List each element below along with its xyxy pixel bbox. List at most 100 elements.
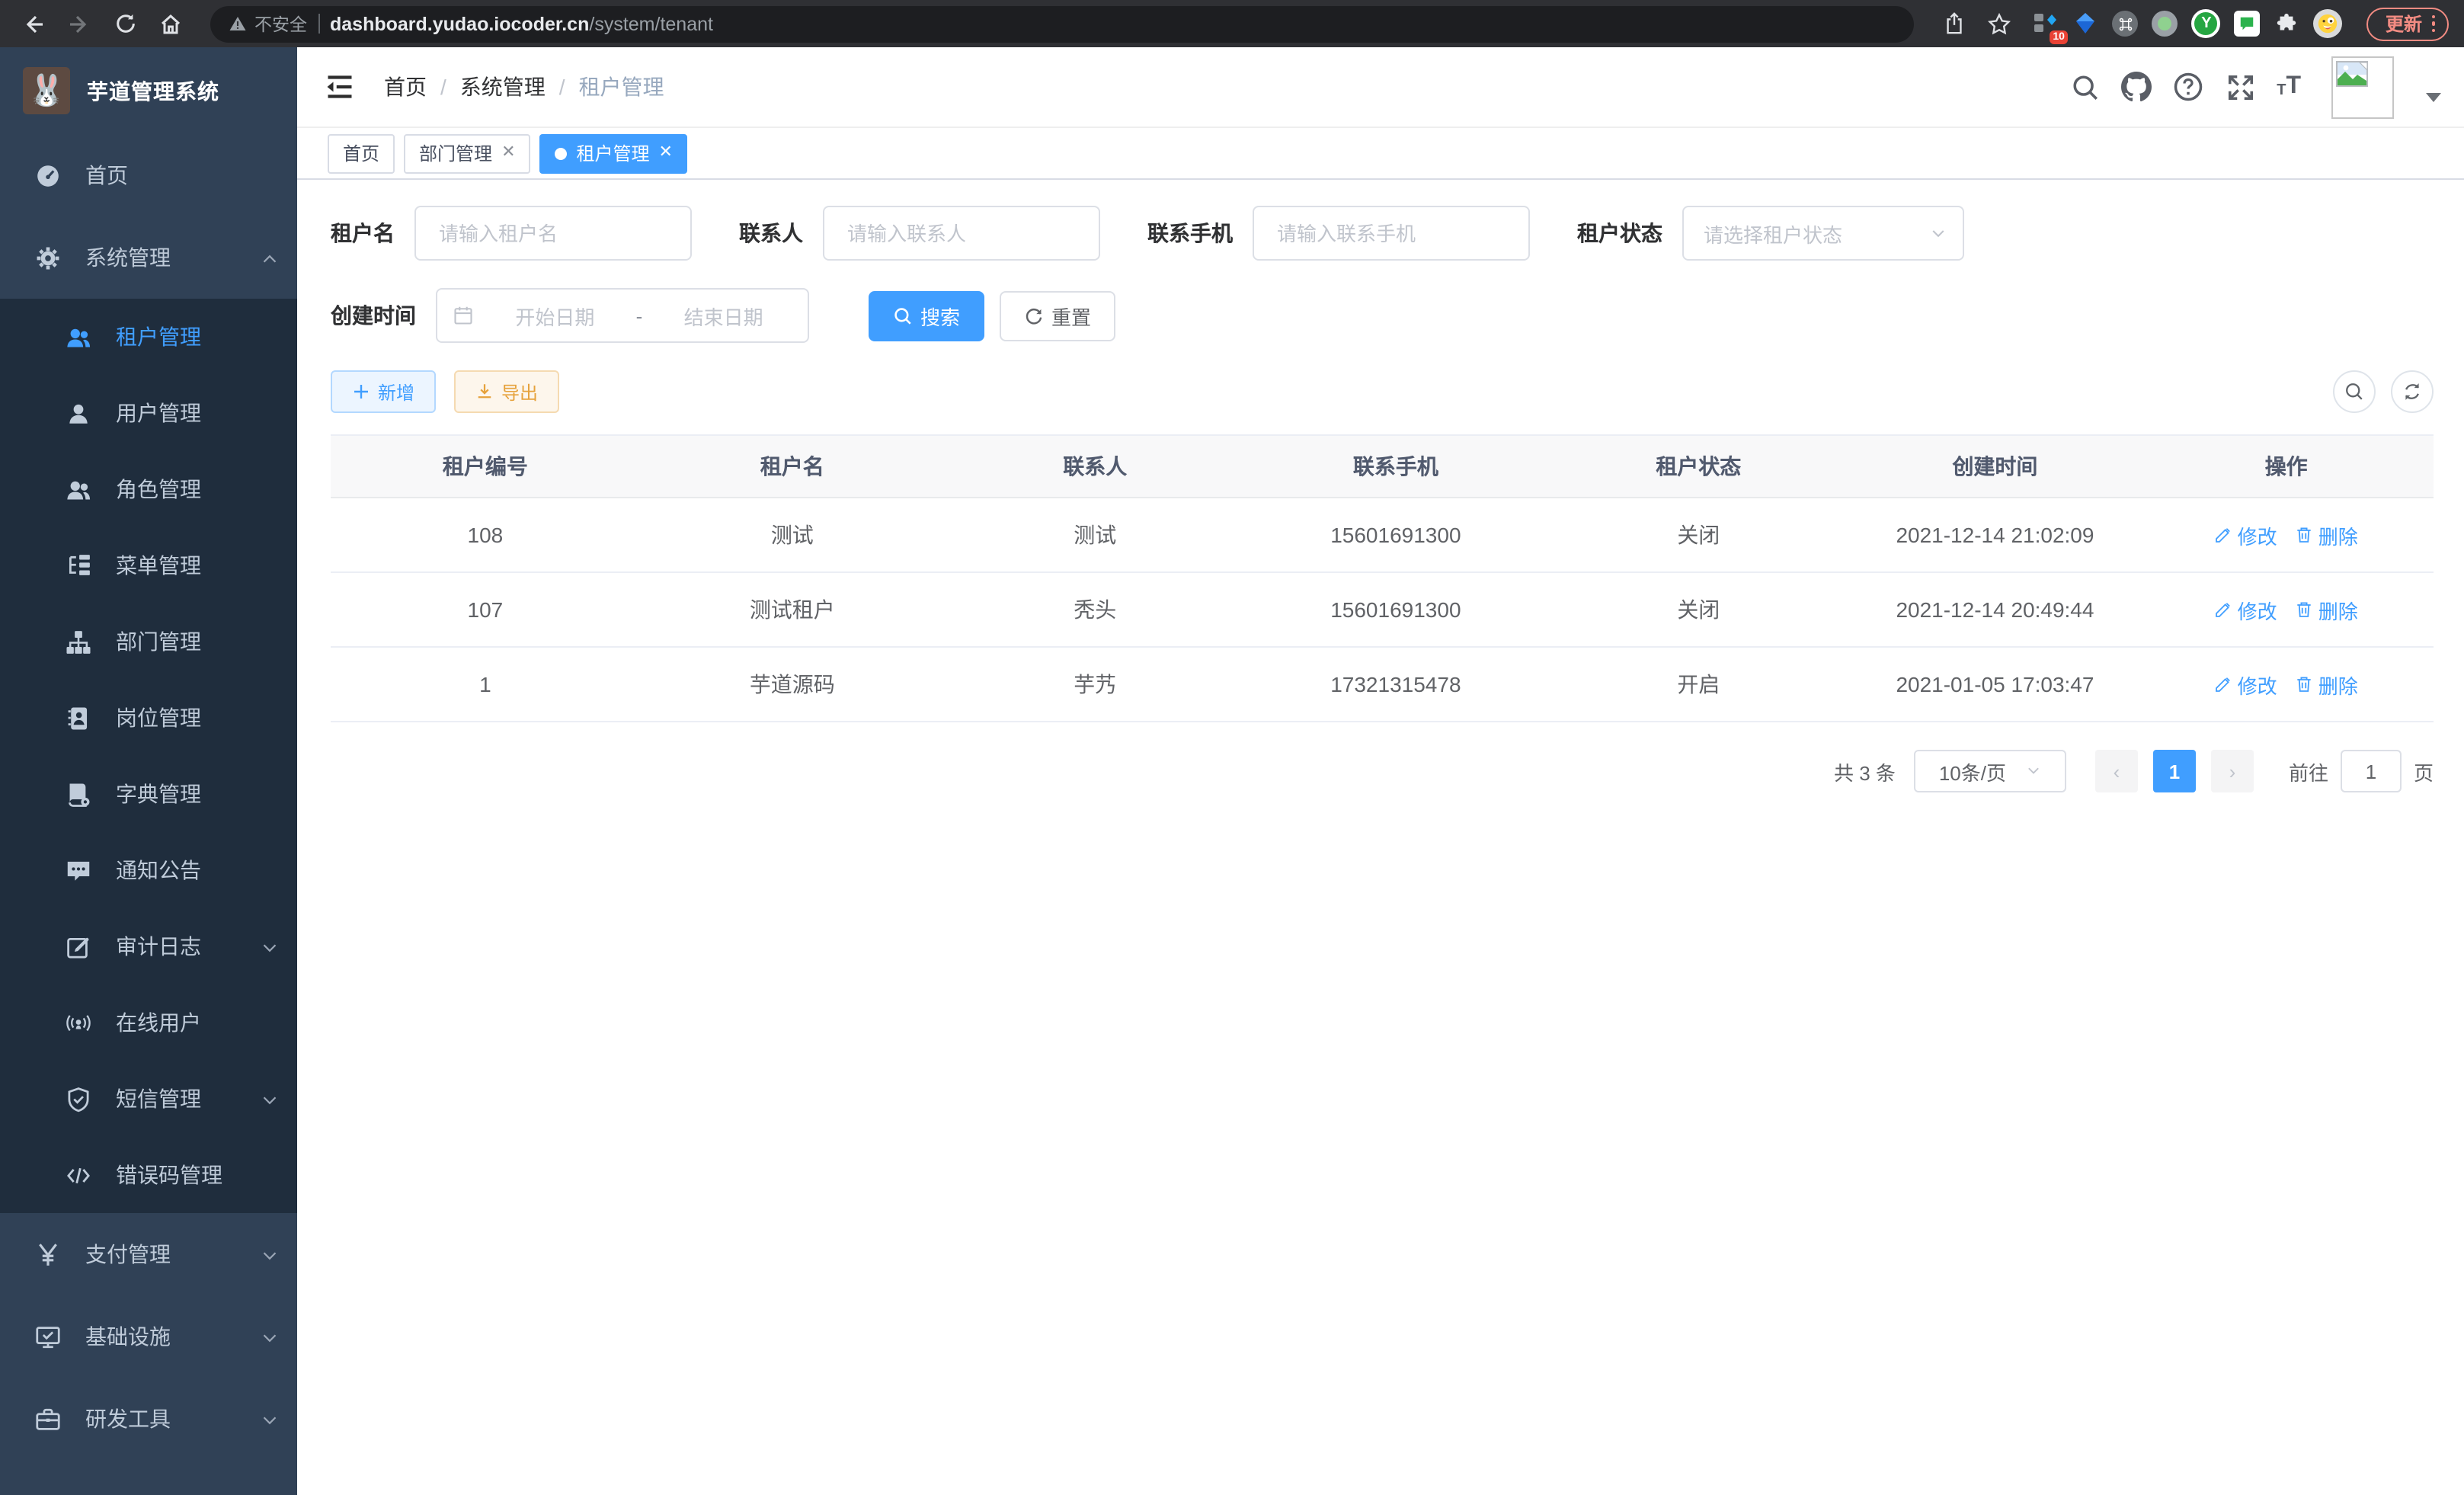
sidebar: 🐰 芋道管理系统 首页 系统管理	[0, 47, 297, 1495]
table-row: 108 测试 测试 15601691300 关闭 2021-12-14 21:0…	[331, 498, 2434, 573]
reset-button[interactable]: 重置	[1000, 290, 1115, 341]
sidebar-item-error-code[interactable]: 错误码管理	[0, 1137, 297, 1213]
extension-y-icon[interactable]: Y	[2192, 9, 2221, 38]
extension-kite-icon[interactable]	[2073, 11, 2099, 37]
sidebar-item-role[interactable]: 角色管理	[0, 451, 297, 527]
extensions-puzzle-icon[interactable]	[2274, 11, 2300, 37]
bookmark-star-icon[interactable]	[1982, 5, 2018, 42]
tag-label: 租户管理	[577, 140, 650, 166]
search-button[interactable]: 搜索	[869, 290, 984, 341]
breadcrumb-home[interactable]: 首页	[384, 72, 427, 102]
delete-link[interactable]: 删除	[2296, 595, 2358, 624]
goto-label: 前往	[2289, 757, 2328, 786]
close-icon[interactable]: ✕	[659, 145, 673, 162]
chevron-down-icon	[261, 1410, 279, 1428]
sidebar-item-tenant[interactable]: 租户管理	[0, 299, 297, 375]
delete-link-label: 删除	[2318, 670, 2358, 699]
sidebar-item-label: 支付管理	[85, 1239, 236, 1269]
tag-home[interactable]: 首页	[328, 133, 395, 173]
cell-created: 2021-12-14 20:49:44	[1851, 573, 2139, 646]
filter-mobile: 联系手机	[1147, 206, 1530, 261]
extension-tabs-icon[interactable]: 10	[2034, 11, 2059, 37]
show-search-toggle-button[interactable]	[2333, 370, 2376, 413]
export-button[interactable]: 导出	[454, 370, 559, 413]
sidebar-item-dept[interactable]: 部门管理	[0, 603, 297, 680]
app-logo-row[interactable]: 🐰 芋道管理系统	[0, 47, 297, 134]
yen-icon	[35, 1241, 61, 1267]
date-range-input[interactable]: 开始日期 - 结束日期	[436, 288, 809, 343]
tenant-table: 租户编号 租户名 联系人 联系手机 租户状态 创建时间 操作 108 测试 测试	[331, 434, 2434, 722]
sidebar-item-notice[interactable]: 通知公告	[0, 832, 297, 908]
prev-page-button[interactable]: ‹	[2095, 750, 2138, 792]
app-logo: 🐰	[23, 67, 70, 114]
delete-link[interactable]: 删除	[2296, 670, 2358, 699]
sidebar-item-post[interactable]: 岗位管理	[0, 680, 297, 756]
browser-back-icon[interactable]	[15, 5, 52, 42]
address-bar[interactable]: 不安全 dashboard.yudao.iocoder.cn/system/te…	[210, 5, 1915, 42]
sidebar-item-system[interactable]: 系统管理	[0, 216, 297, 299]
sidebar-item-online-users[interactable]: 在线用户	[0, 984, 297, 1061]
page-number-1[interactable]: 1	[2153, 750, 2196, 792]
edit-link[interactable]: 修改	[2215, 670, 2277, 699]
column-header: 联系手机	[1246, 436, 1547, 497]
help-icon[interactable]	[2173, 72, 2203, 102]
sidebar-item-pay[interactable]: 支付管理	[0, 1213, 297, 1295]
extension-chat-icon[interactable]	[2235, 11, 2261, 37]
goto-page-input[interactable]	[2341, 750, 2402, 792]
share-icon[interactable]	[1936, 5, 1973, 42]
gear-icon	[35, 245, 61, 271]
sidebar-item-user[interactable]: 用户管理	[0, 375, 297, 451]
browser-home-icon[interactable]	[152, 5, 189, 42]
tenant-name-input[interactable]	[436, 220, 670, 246]
table-header-row: 租户编号 租户名 联系人 联系手机 租户状态 创建时间 操作	[331, 436, 2434, 498]
breadcrumb-system[interactable]: 系统管理	[460, 72, 546, 102]
sidebar-item-dict[interactable]: 字典管理	[0, 756, 297, 832]
message-icon	[66, 857, 91, 883]
next-page-button[interactable]: ›	[2211, 750, 2254, 792]
sidebar-item-audit-log[interactable]: 审计日志	[0, 908, 297, 984]
browser-menu-icon[interactable]	[2431, 15, 2435, 33]
refresh-table-button[interactable]	[2391, 370, 2434, 413]
column-header: 租户状态	[1546, 436, 1851, 497]
sidebar-item-home[interactable]: 首页	[0, 134, 297, 216]
add-button[interactable]: 新增	[331, 370, 436, 413]
search-icon[interactable]	[2069, 72, 2100, 102]
edit-link[interactable]: 修改	[2215, 520, 2277, 549]
sidebar-item-infra[interactable]: 基础设施	[0, 1295, 297, 1378]
extension-badge: 10	[2049, 30, 2069, 44]
url-text: dashboard.yudao.iocoder.cn/system/tenant	[330, 13, 713, 34]
status-select[interactable]: 请选择租户状态	[1682, 206, 1964, 261]
tag-dept[interactable]: 部门管理 ✕	[404, 133, 530, 173]
avatar[interactable]	[2331, 56, 2394, 118]
close-icon[interactable]: ✕	[501, 145, 515, 162]
mobile-input[interactable]	[1274, 220, 1509, 246]
sidebar-item-label: 错误码管理	[116, 1160, 279, 1190]
contact-input[interactable]	[844, 220, 1079, 246]
avatar-dropdown-caret[interactable]	[2426, 93, 2441, 102]
users-icon	[66, 476, 91, 502]
font-size-icon[interactable]: TT	[2277, 75, 2301, 99]
tag-tenant[interactable]: 租户管理 ✕	[540, 133, 688, 173]
breadcrumb-separator: /	[440, 75, 446, 99]
github-icon[interactable]	[2121, 72, 2152, 102]
cell-tenant-id: 107	[331, 573, 640, 646]
edit-link[interactable]: 修改	[2215, 595, 2277, 624]
browser-forward-icon[interactable]	[61, 5, 98, 42]
sidebar-item-sms[interactable]: 短信管理	[0, 1061, 297, 1137]
fullscreen-icon[interactable]	[2225, 72, 2255, 102]
sidebar-item-dev-tools[interactable]: 研发工具	[0, 1378, 297, 1460]
extension-emoji-icon[interactable]	[2314, 9, 2343, 38]
security-label: 不安全	[254, 11, 307, 36]
page-size-select[interactable]: 10条/页	[1914, 750, 2066, 792]
security-indicator[interactable]: 不安全	[229, 11, 307, 36]
table-tools	[2333, 370, 2434, 413]
extension-green-dot-icon[interactable]	[2152, 11, 2178, 37]
screen: 不安全 dashboard.yudao.iocoder.cn/system/te…	[0, 0, 2464, 1495]
delete-link[interactable]: 删除	[2296, 520, 2358, 549]
browser-reload-icon[interactable]	[107, 5, 143, 42]
browser-update-button[interactable]: 更新	[2367, 7, 2449, 40]
sidebar-item-menu[interactable]: 菜单管理	[0, 527, 297, 603]
extension-command-icon[interactable]	[2113, 11, 2139, 37]
tag-label: 首页	[343, 140, 379, 166]
sidebar-collapse-icon[interactable]	[325, 70, 358, 104]
